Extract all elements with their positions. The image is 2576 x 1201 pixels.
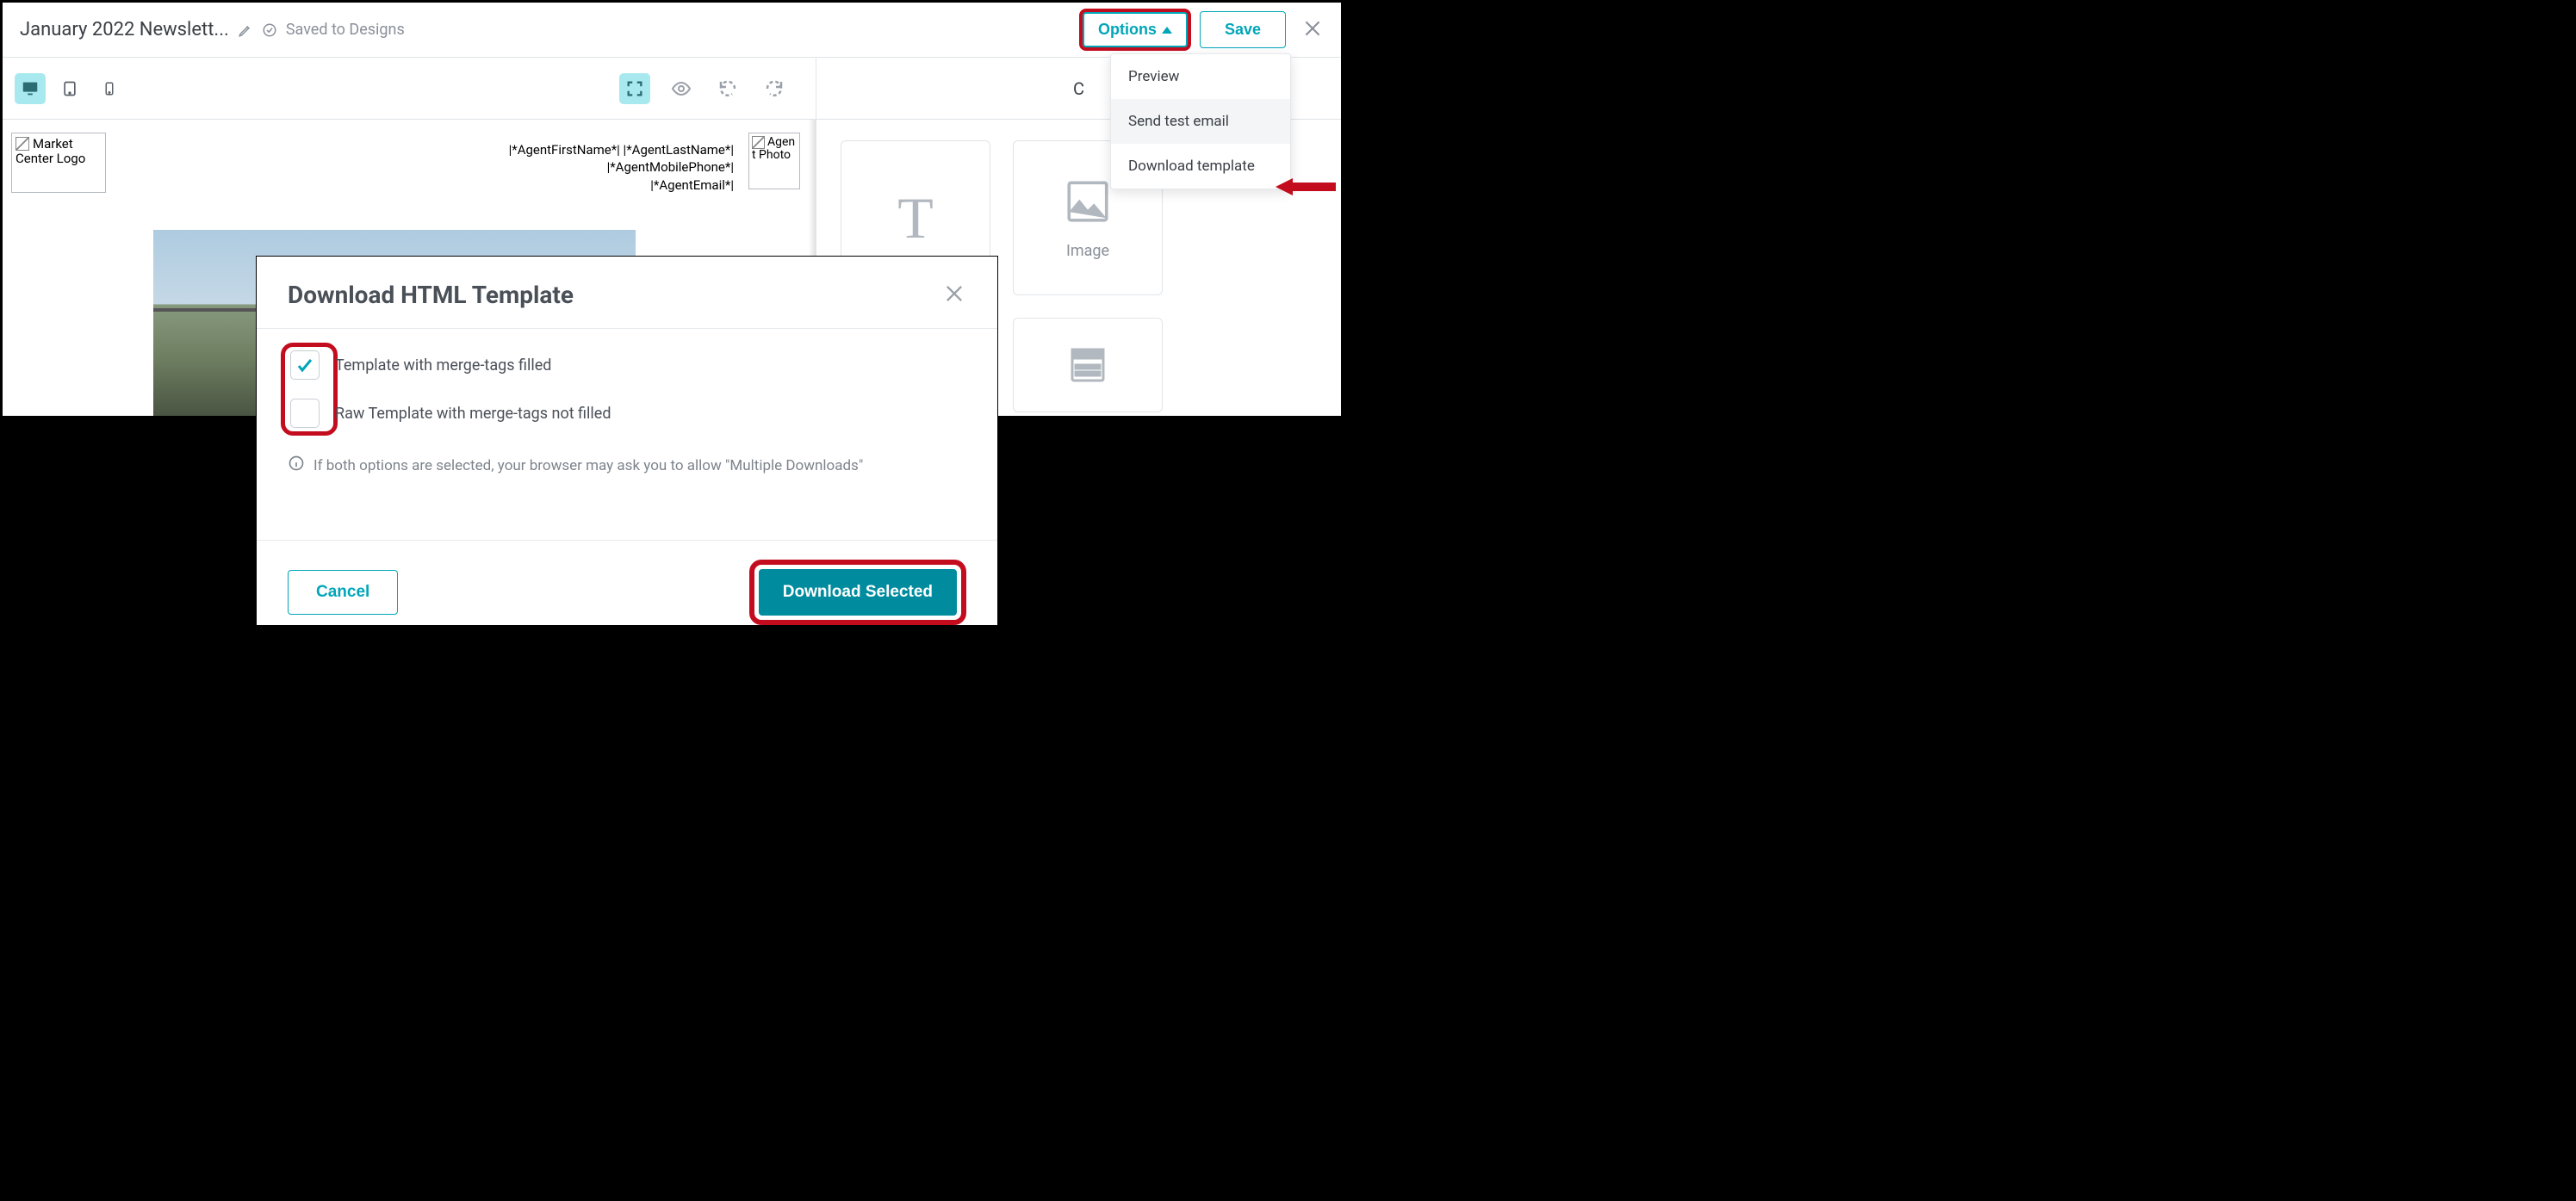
preview-eye-button[interactable] xyxy=(666,73,697,104)
mobile-view-button[interactable] xyxy=(94,73,125,104)
download-button-highlight: Download Selected xyxy=(749,560,966,625)
market-center-logo-placeholder[interactable]: Market Center Logo xyxy=(11,133,106,193)
options-button[interactable]: Options xyxy=(1083,12,1188,47)
pencil-icon[interactable] xyxy=(238,22,253,38)
annotation-arrow-icon xyxy=(1276,176,1336,201)
tablet-view-button[interactable] xyxy=(54,73,85,104)
close-icon[interactable] xyxy=(1301,17,1324,43)
dropdown-item-download-template[interactable]: Download template xyxy=(1111,144,1290,189)
saved-status: Saved to Designs xyxy=(286,21,405,39)
save-button[interactable]: Save xyxy=(1200,11,1286,48)
cancel-button[interactable]: Cancel xyxy=(288,570,398,615)
modal-title: Download HTML Template xyxy=(288,281,574,309)
agent-merge-tags[interactable]: |*AgentFirstName*| |*AgentLastName*| |*A… xyxy=(509,141,734,194)
text-icon: T xyxy=(897,184,934,252)
dropdown-item-send-test[interactable]: Send test email xyxy=(1111,99,1290,144)
checkbox-filled-template[interactable] xyxy=(290,350,320,380)
layout-block-button[interactable] xyxy=(1013,318,1163,412)
undo-button[interactable] xyxy=(712,73,743,104)
checkbox-label: Template with merge-tags filled xyxy=(335,356,551,375)
fullscreen-button[interactable] xyxy=(619,73,650,104)
checkbox-label: Raw Template with merge-tags not filled xyxy=(335,405,611,423)
dropdown-item-preview[interactable]: Preview xyxy=(1111,54,1290,99)
checkbox-raw-template[interactable] xyxy=(290,399,320,428)
desktop-view-button[interactable] xyxy=(15,73,46,104)
info-icon xyxy=(288,455,305,476)
download-selected-button[interactable]: Download Selected xyxy=(759,569,957,616)
image-icon xyxy=(1063,176,1113,226)
close-icon[interactable] xyxy=(942,282,966,309)
top-bar: January 2022 Newslett... Saved to Design… xyxy=(3,3,1341,58)
checkbox-group-highlight: Template with merge-tags filled Raw Temp… xyxy=(281,343,338,436)
layout-icon xyxy=(1067,344,1108,386)
design-title: January 2022 Newslett... xyxy=(20,19,229,40)
caret-up-icon xyxy=(1162,27,1172,34)
options-dropdown: Preview Send test email Download templat… xyxy=(1110,53,1291,189)
saved-check-icon xyxy=(262,22,277,38)
download-template-modal: Download HTML Template Template with mer… xyxy=(256,256,998,626)
info-text: If both options are selected, your brows… xyxy=(313,457,863,474)
agent-photo-placeholder[interactable]: Agent Photo xyxy=(748,133,800,189)
redo-button[interactable] xyxy=(759,73,790,104)
